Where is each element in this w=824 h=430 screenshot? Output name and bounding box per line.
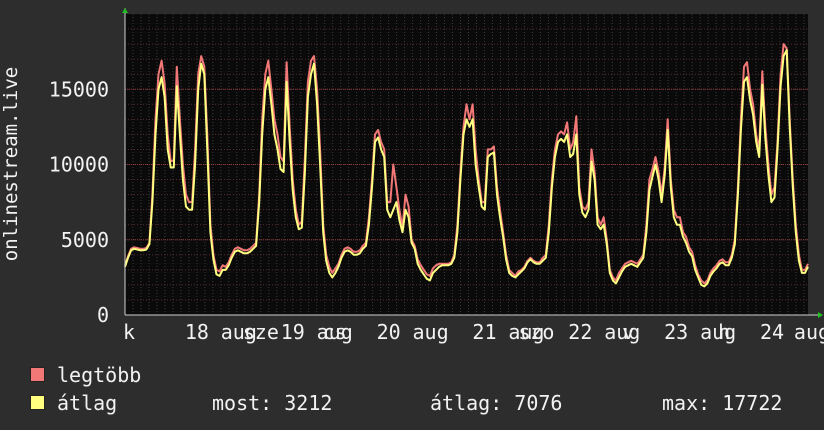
x-axis-arrow-icon (818, 312, 823, 318)
legend-label-max: legtöbb (57, 363, 142, 387)
x-tick-label: aug (794, 320, 824, 344)
x-tick-label: h (718, 320, 730, 344)
stat-average: átlag: 7076 (430, 391, 563, 415)
legend-swatch-avg (30, 395, 45, 410)
x-tick-label: 21 (472, 320, 496, 344)
x-tick-label: v (622, 320, 634, 344)
x-tick-label: aug (412, 320, 448, 344)
x-tick-label: szo (518, 320, 554, 344)
legend-swatch-max (30, 367, 45, 382)
legend-item-max: legtöbb (30, 363, 141, 387)
y-tick-label: 0 (97, 303, 109, 327)
x-tick-label: 23 (664, 320, 688, 344)
x-tick-label: 24 (760, 320, 784, 344)
y-axis-arrow-icon (122, 8, 128, 13)
x-tick-label: 18 (185, 320, 209, 344)
x-tick-label: cs (323, 320, 347, 344)
y-axis-label: onlinestream.live (0, 66, 22, 262)
legend-item-avg: átlag (30, 391, 117, 415)
stat-max: max: 17722 (662, 391, 783, 415)
x-tick-label: 22 (568, 320, 592, 344)
x-tick-label: 19 (281, 320, 305, 344)
y-tick-label: 15000 (49, 77, 109, 101)
legend-label-avg: átlag (57, 391, 118, 415)
y-tick-label: 10000 (49, 153, 109, 177)
y-tick-label: 5000 (61, 228, 109, 252)
x-tick-label: k (123, 320, 135, 344)
x-tick-label: sze (243, 320, 279, 344)
stat-current: most: 3212 (212, 391, 333, 415)
x-tick-label: 20 (377, 320, 401, 344)
